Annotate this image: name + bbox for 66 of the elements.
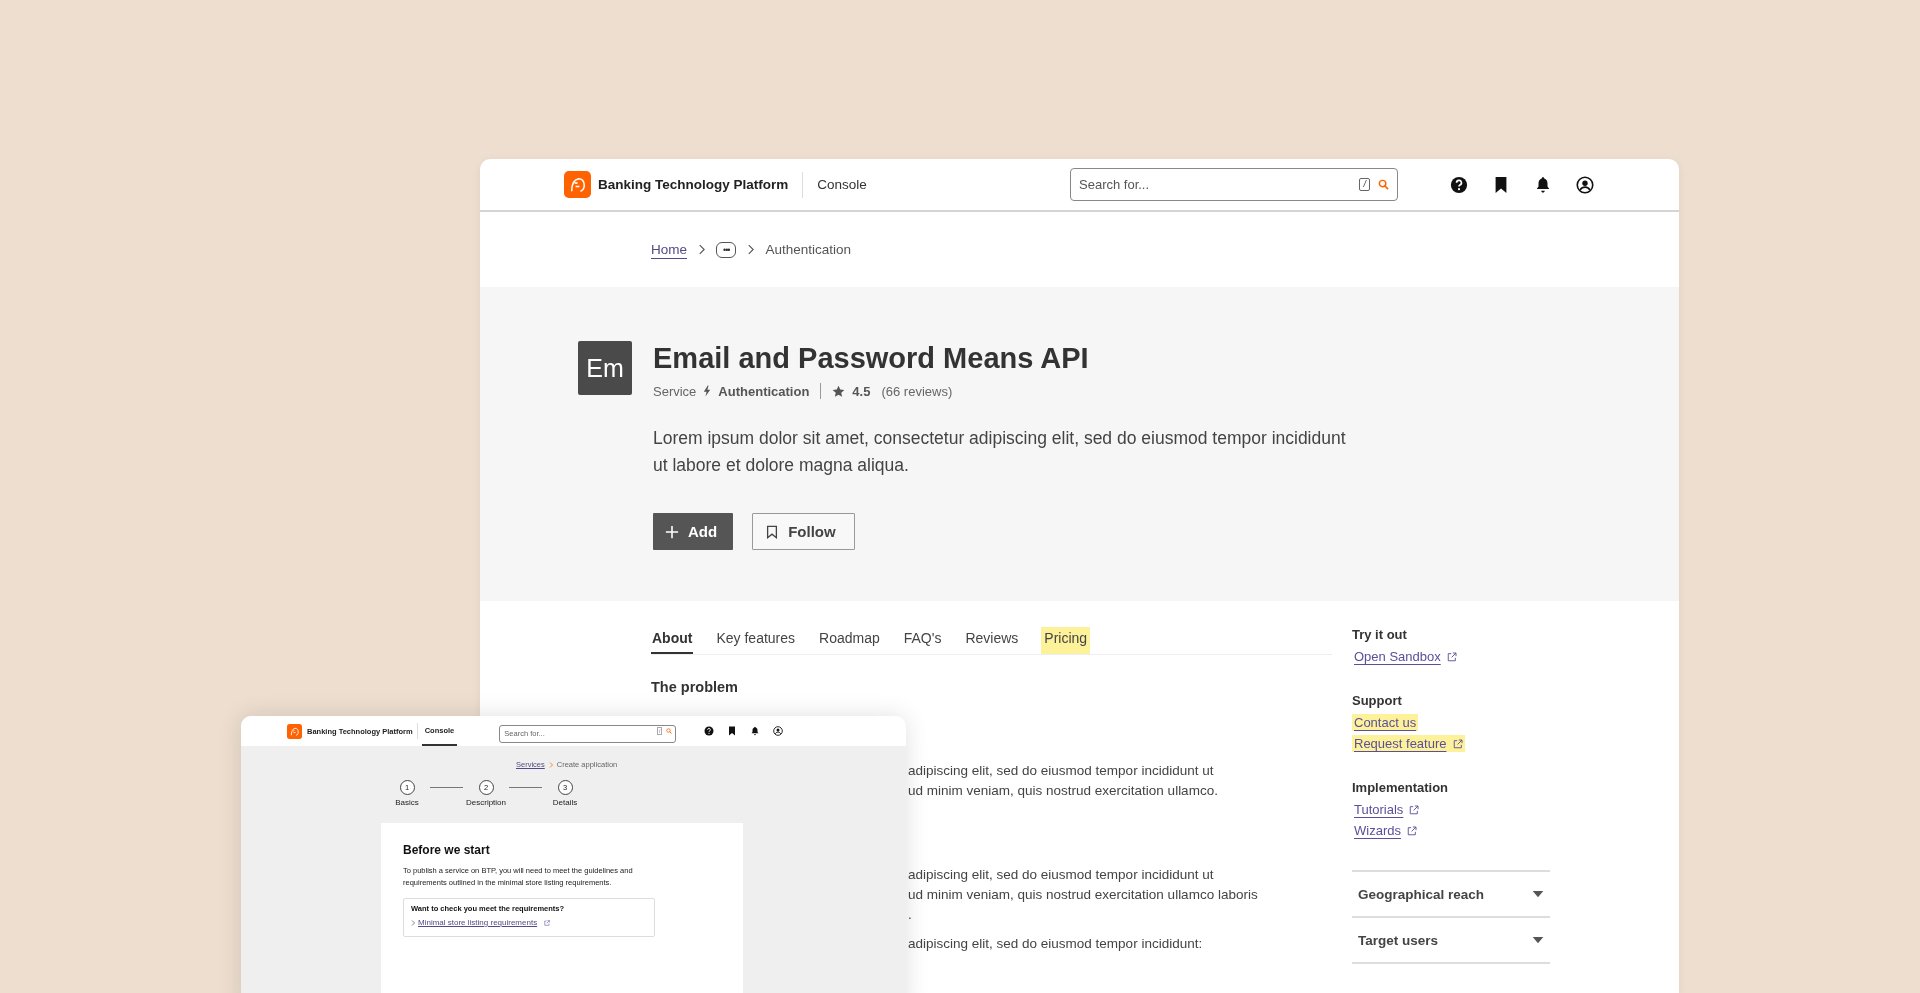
product-category: Authentication [718,383,810,399]
tab[interactable]: Pricing [1041,627,1091,654]
sidebar-link[interactable]: Request feature [1352,735,1465,752]
chevron-right-icon [747,244,755,255]
tab[interactable]: Roadmap [818,627,881,654]
external-link-icon [1446,651,1457,662]
step-label: Basics [395,798,419,807]
paragraph-text: . [908,906,913,924]
chevron-right-icon [411,919,415,926]
follow-button[interactable]: Follow [752,513,855,550]
chevron-right-icon [548,761,553,768]
add-button[interactable]: Add [653,513,734,550]
paragraph-text: adipiscing elit, sed do eiusmod tempor incididunt ut [908,866,1215,884]
notification-icon[interactable] [750,726,761,736]
product-description: Lorem ipsum dolor sit amet, consectetur adipiscing elit, sed do eiusmod tempor incididunt ut labore et dolore magna aliqua. [653,427,1347,477]
requirements-link[interactable]: Minimal store listing requirements [418,918,538,927]
sidebar-link[interactable]: Tutorials [1352,801,1422,818]
tab[interactable]: About [651,627,694,654]
paragraph-text: ud minim veniam, quis nostrud exercitation ullamco laboris [908,886,1259,904]
accordion-header[interactable]: Target users [1352,918,1550,964]
external-link-icon [1452,738,1463,749]
chevron-right-icon [698,244,705,255]
help-icon[interactable] [1450,175,1468,194]
account-icon[interactable] [1576,175,1594,194]
external-link-icon [1406,825,1417,836]
tab[interactable]: Reviews [964,627,1020,654]
bookmark-outline-icon [765,524,780,539]
tab[interactable]: Key features [715,627,797,654]
section-heading: The problem [651,679,739,695]
console-link[interactable]: Console [817,177,867,192]
sidebar-heading: Try it out [1352,627,1407,642]
paragraph-text: ud minim veniam, quis nostrud exercitation ullamco. [908,782,1219,800]
notification-icon[interactable] [1534,175,1552,194]
search-icon[interactable] [1378,179,1389,190]
bookmark-icon[interactable] [727,726,738,736]
accordion-header[interactable]: Geographical reach [1352,872,1550,918]
logo-icon [287,723,302,739]
breadcrumb-more-button[interactable]: ••• [716,241,737,258]
help-icon[interactable] [704,726,715,736]
external-link-icon [544,919,551,926]
sidebar-link[interactable]: Wizards [1352,822,1419,839]
shortcut-key: / [1359,178,1370,191]
tab[interactable]: FAQ's [902,627,943,654]
sidebar-link[interactable]: Contact us [1352,714,1419,731]
product-title: Email and Password Means API [653,341,1090,375]
plus-icon [665,524,679,539]
sidebar-heading: Support [1352,693,1402,708]
card-title: Before we start [403,843,491,857]
product-type: Service [653,383,697,399]
paragraph-text: adipiscing elit, sed do eiusmod tempor incididunt ut [908,762,1215,780]
sidebar-link[interactable]: Open Sandbox [1352,648,1459,665]
external-link-icon [1409,804,1420,815]
product-avatar: Em [578,341,632,395]
rating-value: 4.5 [852,383,871,399]
account-icon[interactable] [773,726,784,736]
paragraph-text: adipiscing elit, sed do eiusmod tempor incididunt: [908,935,1204,953]
breadcrumb-link[interactable]: Home [651,242,687,257]
review-count[interactable]: (66 reviews) [881,383,953,399]
step-label: Description [466,798,506,807]
star-icon [832,384,846,398]
breadcrumb-current: Authentication [765,242,852,257]
bolt-icon [703,385,712,397]
logo-icon [564,171,591,198]
step-label: Details [552,798,578,807]
sidebar-heading: Implementation [1352,780,1449,795]
brand-name[interactable]: Banking Technology Platform [598,177,789,192]
